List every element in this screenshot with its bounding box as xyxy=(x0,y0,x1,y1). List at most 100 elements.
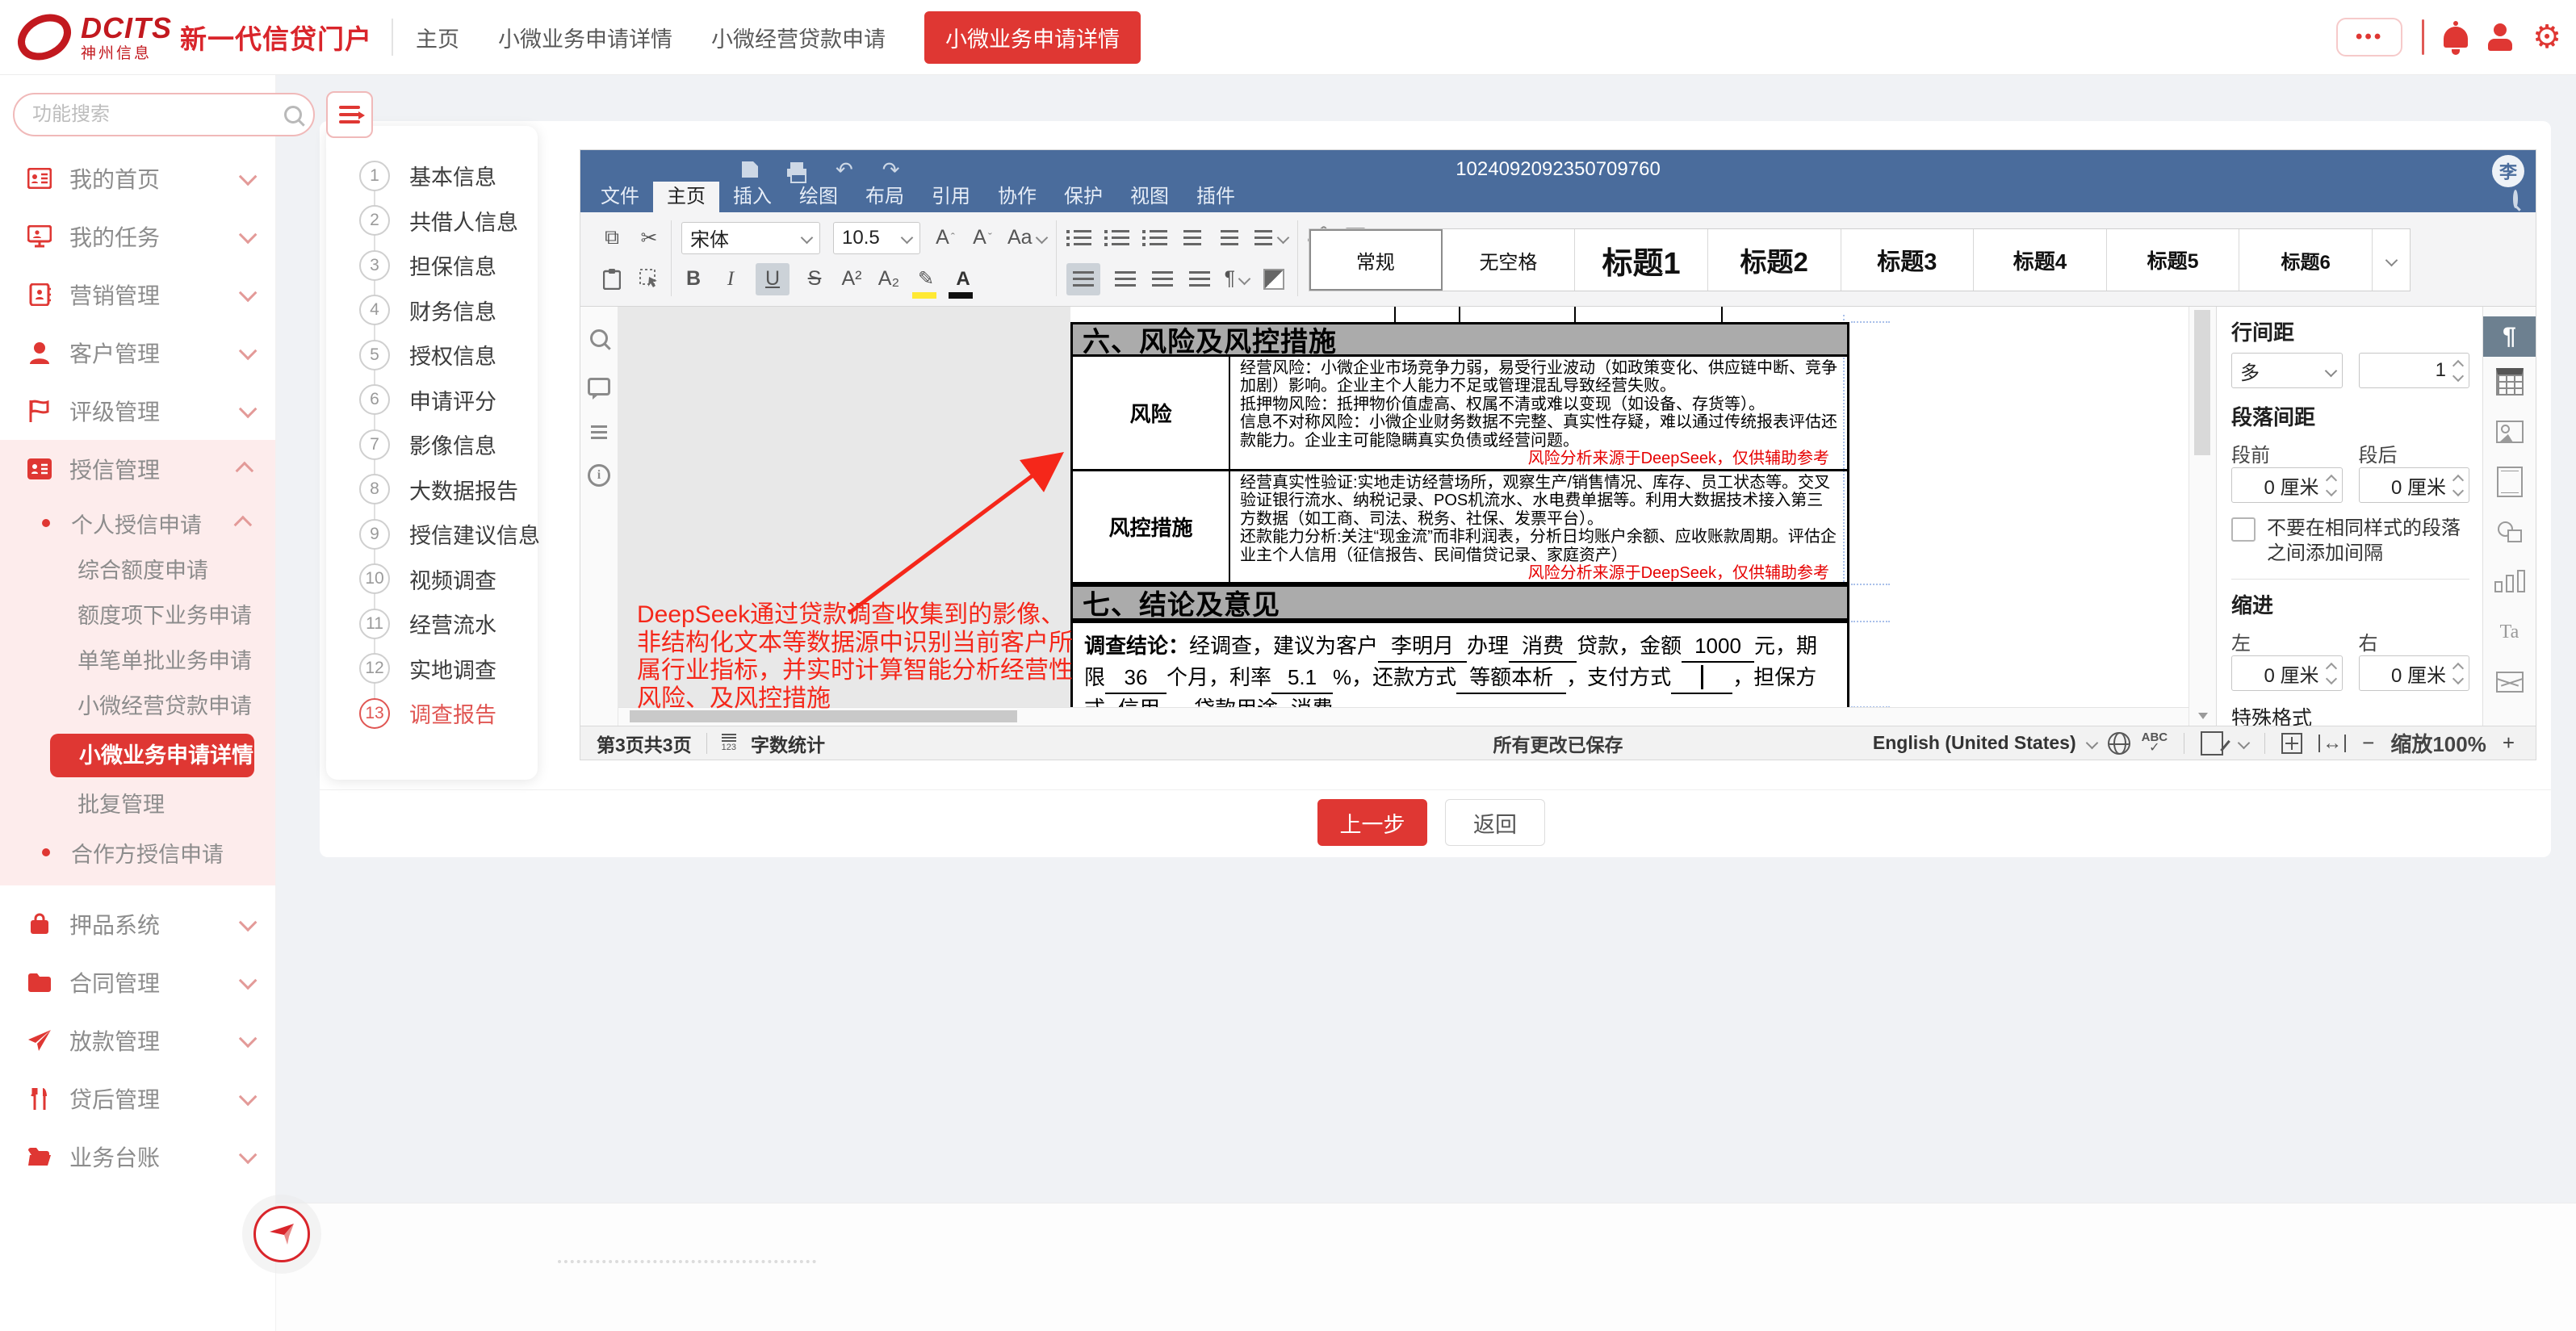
increase-font-icon[interactable]: Aˆ xyxy=(933,222,957,254)
mail-merge-panel-tab[interactable] xyxy=(2483,657,2536,707)
tab-references[interactable]: 引用 xyxy=(918,182,984,212)
fit-width-icon[interactable]: ↔ xyxy=(2318,735,2346,752)
step-image-info[interactable]: 7影像信息 xyxy=(326,422,538,467)
subscript-icon[interactable]: A₂ xyxy=(877,263,901,295)
step-coborrower-info[interactable]: 2共借人信息 xyxy=(326,199,538,244)
fill-amount[interactable]: 1000 xyxy=(1682,631,1754,663)
align-left-icon[interactable] xyxy=(1066,263,1100,295)
strikethrough-icon[interactable]: S xyxy=(802,263,827,295)
fill-repayment-method[interactable]: 等额本析 xyxy=(1456,663,1566,694)
step-bigdata-report[interactable]: 8大数据报告 xyxy=(326,467,538,513)
zoom-out-button[interactable]: − xyxy=(2362,730,2374,755)
info-icon[interactable]: i xyxy=(588,464,610,487)
tab-home[interactable]: 主页 xyxy=(653,182,719,212)
decrease-font-icon[interactable]: Aˇ xyxy=(970,222,995,254)
settings-gear-icon[interactable]: ⚙ xyxy=(2532,21,2561,53)
style-heading6[interactable]: 标题6 xyxy=(2239,229,2373,291)
step-survey-report[interactable]: 13调查报告 xyxy=(326,691,538,736)
style-heading2[interactable]: 标题2 xyxy=(1708,229,1841,291)
tab-collaborate[interactable]: 协作 xyxy=(984,182,1050,212)
paste-icon[interactable] xyxy=(600,263,624,295)
step-financial-info[interactable]: 4财务信息 xyxy=(326,288,538,333)
vscroll-thumb[interactable] xyxy=(2194,310,2210,455)
bold-icon[interactable]: B xyxy=(681,263,706,295)
tab-file[interactable]: 文件 xyxy=(587,182,653,212)
sidebar-subgroup-personal-credit[interactable]: 个人授信申请 xyxy=(0,498,275,548)
sidebar-item-credit-management[interactable]: 授信管理 xyxy=(0,440,275,498)
sidebar-link-micro-loan-apply[interactable]: 小微经营贷款申请 xyxy=(0,684,275,729)
tab-draw[interactable]: 绘图 xyxy=(785,182,852,212)
image-panel-tab[interactable] xyxy=(2483,407,2536,457)
step-video-survey[interactable]: 10视频调查 xyxy=(326,557,538,602)
style-no-spacing[interactable]: 无空格 xyxy=(1443,229,1576,291)
step-application-score[interactable]: 6申请评分 xyxy=(326,378,538,423)
menu-collapse-button[interactable] xyxy=(326,91,373,138)
checkbox[interactable] xyxy=(2231,517,2256,542)
cut-icon[interactable]: ✂ xyxy=(637,222,661,254)
outline-icon[interactable] xyxy=(591,431,607,433)
sidebar-item-disbursement[interactable]: 放款管理 xyxy=(0,1011,275,1069)
bullet-list-icon[interactable] xyxy=(1066,222,1091,254)
line-spacing-icon[interactable] xyxy=(1254,222,1288,254)
numbered-list-icon[interactable] xyxy=(1104,222,1129,254)
step-credit-suggestion[interactable]: 9授信建议信息 xyxy=(326,512,538,557)
floating-send-button[interactable] xyxy=(253,1206,310,1262)
zoom-in-button[interactable]: + xyxy=(2503,730,2515,755)
highlight-pen-icon[interactable]: ✎ xyxy=(914,263,938,295)
underline-icon[interactable]: U xyxy=(756,263,790,295)
font-size-select[interactable]: 10.5 xyxy=(833,222,920,254)
notifications-bell-icon[interactable] xyxy=(2444,27,2468,48)
no-gap-checkbox-row[interactable]: 不要在相同样式的段落之间添加间隔 xyxy=(2231,516,2469,566)
function-search-box[interactable] xyxy=(13,93,315,136)
align-right-icon[interactable] xyxy=(1150,263,1175,295)
more-actions-button[interactable]: ••• xyxy=(2336,18,2402,57)
style-heading5[interactable]: 标题5 xyxy=(2107,229,2240,291)
shapes-panel-tab[interactable] xyxy=(2483,507,2536,557)
sidebar-subgroup-partner-credit[interactable]: 合作方授信申请 xyxy=(0,827,275,877)
vertical-scrollbar[interactable] xyxy=(2189,307,2216,726)
sidebar-item-my-tasks[interactable]: 我的任务 xyxy=(0,207,275,266)
multilevel-list-icon[interactable] xyxy=(1142,222,1167,254)
nav-home[interactable]: 主页 xyxy=(416,22,459,53)
globe-icon[interactable] xyxy=(2108,732,2130,755)
line-spacing-mode-select[interactable]: 多 xyxy=(2231,353,2343,388)
style-normal[interactable]: 常规 xyxy=(1309,229,1443,291)
find-icon[interactable] xyxy=(590,329,608,347)
superscript-icon[interactable]: A² xyxy=(840,263,864,295)
tab-plugins[interactable]: 插件 xyxy=(1183,182,1249,212)
page-panel-tab[interactable] xyxy=(2483,457,2536,507)
spacing-after-input[interactable]: 0 厘米 xyxy=(2359,467,2470,503)
sidebar-item-contracts[interactable]: 合同管理 xyxy=(0,953,275,1011)
nav-micro-loan-apply[interactable]: 小微经营贷款申请 xyxy=(711,22,886,53)
spacing-before-input[interactable]: 0 厘米 xyxy=(2231,467,2343,503)
step-authorization-info[interactable]: 5授权信息 xyxy=(326,333,538,378)
table-panel-tab[interactable] xyxy=(2483,357,2536,407)
indent-right-input[interactable]: 0 厘米 xyxy=(2359,655,2470,691)
tab-protect[interactable]: 保护 xyxy=(1050,182,1116,212)
editing-mode-icon[interactable] xyxy=(2201,731,2223,755)
sidebar-item-rating[interactable]: 评级管理 xyxy=(0,382,275,440)
fill-term[interactable]: 36 xyxy=(1105,663,1167,694)
tab-layout[interactable]: 布局 xyxy=(852,182,918,212)
back-button[interactable]: 返回 xyxy=(1445,799,1545,846)
increase-indent-icon[interactable] xyxy=(1217,222,1242,254)
sidebar-item-ledger[interactable]: 业务台账 xyxy=(0,1128,275,1186)
step-field-survey[interactable]: 12实地调查 xyxy=(326,647,538,692)
paragraph-mark-icon[interactable]: ¶ xyxy=(1225,263,1249,295)
decrease-indent-icon[interactable] xyxy=(1180,222,1204,254)
fill-loan-type[interactable]: 消费 xyxy=(1509,631,1577,663)
sidebar-item-customers[interactable]: 客户管理 xyxy=(0,324,275,382)
comments-icon[interactable] xyxy=(588,378,610,396)
tab-insert[interactable]: 插入 xyxy=(719,182,785,212)
copy-icon[interactable]: ⧉ xyxy=(600,222,624,254)
document-canvas[interactable]: 六、风险及风控措施 风险 经营风险：小微企业市场竞争力弱，易受行业波动（如政策变… xyxy=(618,307,2189,726)
sidebar-link-single-batch[interactable]: 单笔单批业务申请 xyxy=(0,638,275,684)
style-heading3[interactable]: 标题3 xyxy=(1841,229,1975,291)
fill-customer-name[interactable]: 李明月 xyxy=(1378,631,1467,663)
nav-micro-detail[interactable]: 小微业务申请详情 xyxy=(498,22,672,53)
previous-step-button[interactable]: 上一步 xyxy=(1317,799,1427,846)
change-case-icon[interactable]: Aa xyxy=(1007,222,1046,254)
tab-view[interactable]: 视图 xyxy=(1116,182,1183,212)
sidebar-link-comprehensive-quota[interactable]: 综合额度申请 xyxy=(0,548,275,593)
scroll-down-button[interactable] xyxy=(2189,706,2216,726)
